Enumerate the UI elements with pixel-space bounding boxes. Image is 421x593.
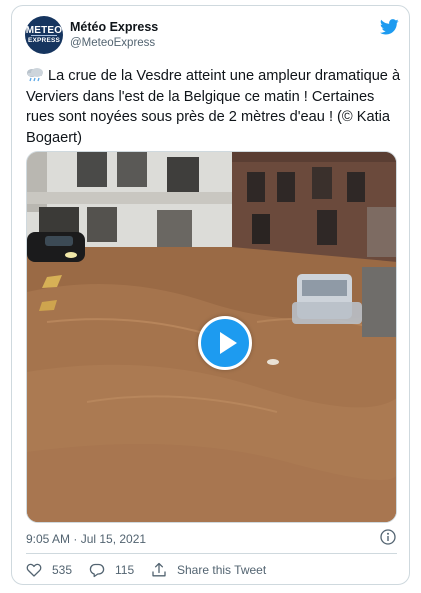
avatar[interactable]: METEO EXPRESS: [25, 16, 63, 54]
share-label: Share this Tweet: [177, 563, 267, 577]
avatar-logo-text-bottom: EXPRESS: [27, 37, 61, 44]
info-icon[interactable]: [380, 529, 396, 545]
cloud-rain-icon: [27, 68, 43, 82]
user-handle[interactable]: @MeteoExpress: [70, 37, 155, 49]
tweet-header: METEO EXPRESS Météo Express @MeteoExpres…: [25, 16, 399, 56]
heart-icon: [26, 563, 42, 577]
tweet-text-block: La crue de la Vesdre atteint une ampleur…: [26, 66, 401, 148]
play-icon: [220, 332, 237, 354]
avatar-logo-divider: [31, 35, 57, 36]
display-name[interactable]: Météo Express: [70, 20, 158, 34]
like-count: 535: [52, 563, 73, 577]
tweet-video[interactable]: [26, 151, 397, 523]
share-icon: [152, 562, 166, 577]
tweet-actions: 535 115 Share this Tweet: [26, 561, 397, 579]
reply-count: 115: [115, 563, 135, 577]
share-button[interactable]: Share this Tweet: [151, 561, 266, 579]
tweet-timestamp[interactable]: 9:05 AM · Jul 15, 2021: [26, 532, 146, 546]
reply-button[interactable]: 115: [89, 561, 134, 579]
like-button[interactable]: 535: [26, 561, 72, 579]
reply-bubble-icon: [89, 563, 105, 578]
play-button[interactable]: [198, 316, 252, 370]
tweet-text: La crue de la Vesdre atteint une ampleur…: [26, 68, 401, 146]
tweet-card: METEO EXPRESS Météo Express @MeteoExpres…: [11, 5, 410, 585]
divider: [26, 553, 397, 554]
twitter-bird-icon[interactable]: [380, 19, 399, 35]
